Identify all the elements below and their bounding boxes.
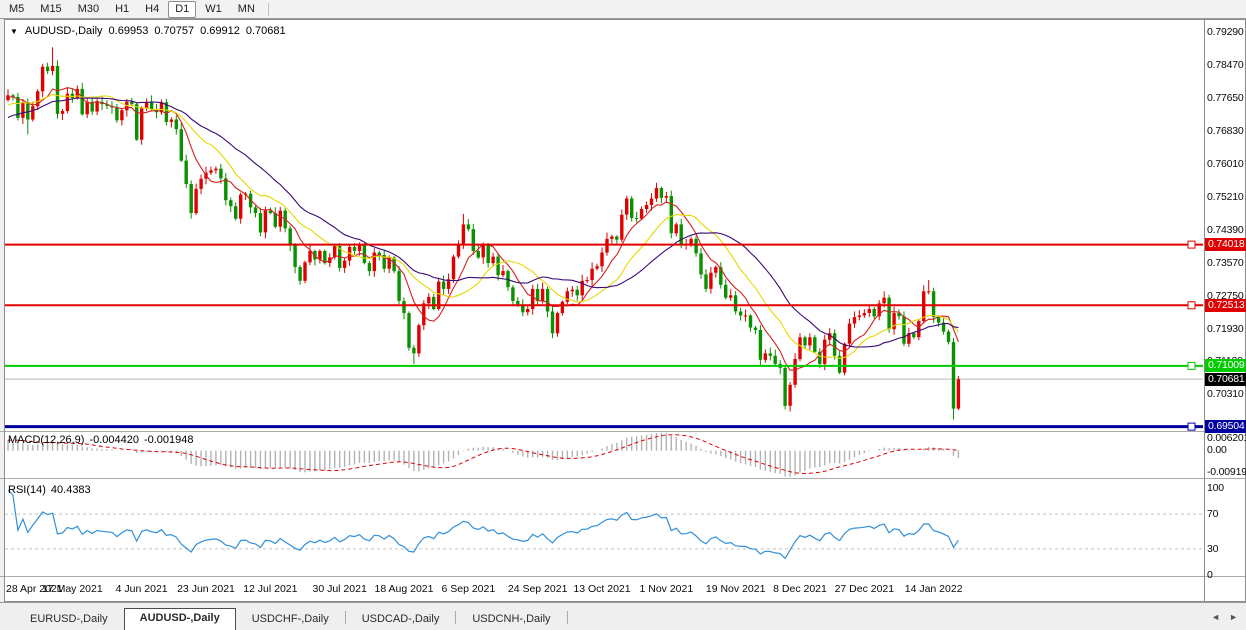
price-level-badge: 0.70681 [1205, 373, 1246, 386]
tab-usdcad[interactable]: USDCAD-,Daily [346, 609, 456, 630]
indicator-axis-label: 30 [1207, 543, 1218, 555]
macd-main-value: -0.004420 [89, 434, 139, 446]
ohlc-low: 0.69912 [200, 25, 240, 37]
indicator-axis-label: -0.009197 [1207, 466, 1246, 478]
tab-separator [567, 611, 568, 624]
price-axis-label: 0.74390 [1207, 224, 1244, 236]
chart-symbol-label: AUDUSD-,Daily [25, 25, 103, 37]
date-axis-label: 13 Oct 2021 [573, 583, 630, 595]
rsi-current-value: 40.4383 [51, 484, 91, 496]
ohlc-high: 0.70757 [154, 25, 194, 37]
date-axis-label: 17 May 2021 [42, 583, 103, 595]
tab-usdchf[interactable]: USDCHF-,Daily [236, 609, 345, 630]
timeframe-button-h4[interactable]: H4 [138, 1, 166, 18]
tab-usdcnh[interactable]: USDCNH-,Daily [456, 609, 566, 630]
timeframe-button-d1[interactable]: D1 [168, 1, 196, 18]
price-axis-label: 0.76830 [1207, 125, 1244, 137]
date-axis-label: 4 Jun 2021 [116, 583, 168, 595]
timeframe-button-m5[interactable]: M5 [2, 1, 31, 18]
macd-signal-value: -0.001948 [144, 434, 194, 446]
price-axis-label: 0.70310 [1207, 388, 1244, 400]
price-axis-label: 0.75210 [1207, 191, 1244, 203]
symbol-dropdown-icon[interactable]: ▼ [10, 27, 18, 36]
indicator-axis-label: 0.006201 [1207, 432, 1246, 444]
ma-line-15 [8, 95, 958, 359]
date-axis-label: 23 Jun 2021 [177, 583, 235, 595]
date-axis-label: 6 Sep 2021 [441, 583, 495, 595]
date-axis-label: 30 Jul 2021 [312, 583, 366, 595]
indicator-axis-label: 0.00 [1207, 444, 1227, 456]
rsi-name: RSI(14) [8, 484, 46, 496]
price-axis-label: 0.77650 [1207, 92, 1244, 104]
price-level-badge: 0.74018 [1205, 238, 1246, 251]
line-drag-handle[interactable] [1188, 241, 1195, 248]
timeframe-button-m30[interactable]: M30 [71, 1, 106, 18]
chart-ohlc-header: ▼ AUDUSD-,Daily 0.69953 0.70757 0.69912 … [10, 25, 286, 37]
tab-scroll-right-icon[interactable]: ► [1229, 612, 1238, 622]
date-axis-label: 19 Nov 2021 [706, 583, 766, 595]
ohlc-open: 0.69953 [109, 25, 149, 37]
price-level-badge: 0.69504 [1205, 420, 1246, 433]
symbol-tab-bar: EURUSD-,Daily AUDUSD-,Daily USDCHF-,Dail… [0, 602, 1246, 630]
tab-eurusd[interactable]: EURUSD-,Daily [14, 609, 124, 630]
price-axis-label: 0.76010 [1207, 158, 1244, 170]
date-axis-label: 18 Aug 2021 [375, 583, 434, 595]
price-level-badge: 0.72513 [1205, 299, 1246, 312]
price-axis-label: 0.71930 [1207, 323, 1244, 335]
line-drag-handle[interactable] [1188, 423, 1195, 430]
tab-audusd[interactable]: AUDUSD-,Daily [124, 608, 236, 630]
candlestick-series [6, 47, 960, 419]
indicator-axis-label: 70 [1207, 508, 1218, 520]
line-drag-handle[interactable] [1188, 362, 1195, 369]
date-axis-label: 12 Jul 2021 [243, 583, 297, 595]
toolbar-separator [268, 3, 269, 16]
price-axis-label: 0.79290 [1207, 26, 1244, 38]
rsi-line [8, 490, 958, 558]
timeframe-button-mn[interactable]: MN [231, 1, 262, 18]
price-axis-label: 0.78470 [1207, 59, 1244, 71]
ohlc-close: 0.70681 [246, 25, 286, 37]
macd-name: MACD(12,26,9) [8, 434, 84, 446]
indicator-axis-label: 0 [1207, 569, 1213, 581]
timeframe-button-m15[interactable]: M15 [33, 1, 68, 18]
date-axis-label: 24 Sep 2021 [508, 583, 568, 595]
ma-line-25 [8, 98, 958, 347]
line-drag-handle[interactable] [1188, 302, 1195, 309]
date-axis-label: 1 Nov 2021 [639, 583, 693, 595]
timeframe-button-w1[interactable]: W1 [198, 1, 229, 18]
date-axis-label: 14 Jan 2022 [905, 583, 963, 595]
indicator-axis-label: 100 [1207, 482, 1224, 494]
price-chart-canvas[interactable] [0, 0, 1246, 630]
price-level-badge: 0.71009 [1205, 359, 1246, 372]
rsi-indicator-label: RSI(14) 40.4383 [8, 484, 96, 496]
date-axis-label: 27 Dec 2021 [835, 583, 895, 595]
price-axis-label: 0.73570 [1207, 257, 1244, 269]
tab-scroll-left-icon[interactable]: ◄ [1211, 612, 1220, 622]
macd-indicator-label: MACD(12,26,9) -0.004420 -0.001948 [8, 434, 199, 446]
timeframe-button-h1[interactable]: H1 [108, 1, 136, 18]
date-axis-label: 8 Dec 2021 [773, 583, 827, 595]
timeframe-toolbar: M5 M15 M30 H1 H4 D1 W1 MN [0, 0, 1246, 19]
